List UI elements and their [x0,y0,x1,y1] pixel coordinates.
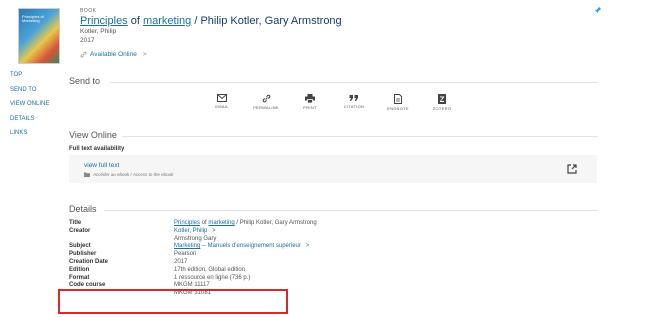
access-note: Accéder au ebook / Access to the ebook [84,172,173,177]
record-header: BOOK Principles of marketing / Philip Ko… [80,8,342,58]
detail-row-subject: Subject Marketing -- Manuels d'enseignem… [69,243,310,251]
pin-icon[interactable] [594,6,602,14]
cover-title: Principles of Marketing [22,14,44,24]
chevron-right-icon: > [142,51,147,58]
send-to-actions: EMAIL PERMALINK PRINT CITATION ENDNOTE Z… [200,94,464,111]
nav-send-to[interactable]: SEND TO [10,87,49,102]
view-full-text-link[interactable]: view full text [84,162,119,169]
subject-link[interactable]: Marketing -- Manuels d'enseignement supé… [174,243,309,251]
detail-row-creator: Creator Kotler, Philip > [69,227,216,236]
detail-row-format: Format 1 ressource en ligne (736 p.) [69,274,251,281]
email-button[interactable]: EMAIL [200,94,244,111]
record-title[interactable]: Principles of marketing / Philip Kotler,… [80,15,342,27]
title-link-principles[interactable]: Principles [80,15,128,27]
zotero-button[interactable]: ZOTERO [420,94,464,111]
title-link-marketing[interactable]: marketing [208,220,234,226]
email-icon [217,94,227,102]
link-icon [262,94,270,103]
record-year: 2017 [80,37,95,44]
details-table: Title Principles of marketing / Philip K… [69,220,317,298]
record-type: BOOK [80,8,97,14]
zotero-icon [438,94,446,104]
detail-row-edition: Edition 17th edition, Global edition [69,266,246,273]
title-link-marketing[interactable]: marketing [143,15,191,27]
citation-button[interactable]: CITATION [332,94,376,111]
nav-view-online[interactable]: VIEW ONLINE [10,101,49,116]
detail-row-title: Title Principles of marketing / Philip K… [69,220,317,226]
nav-details[interactable]: DETAILS [10,116,49,131]
quote-icon [349,95,358,101]
side-nav: TOP SEND TO VIEW ONLINE DETAILS LINKS [10,72,49,145]
divider [110,82,598,83]
external-link-icon[interactable] [567,164,577,174]
availability-label: Available Online [90,51,137,58]
record-author: Kotler, Philip [80,28,117,35]
full-text-availability-label: Full text availability [69,146,125,152]
permalink-button[interactable]: PERMALINK [244,94,288,111]
nav-links[interactable]: LINKS [10,130,49,145]
print-icon [305,94,315,103]
full-text-box: view full text Accéder au ebook / Access… [69,155,597,183]
details-heading: Details [69,204,97,214]
detail-row-creator-2: Armstrong Gary [174,235,217,242]
detail-row-creation-date: Creation Date 2017 [69,258,188,265]
document-icon [394,94,402,104]
endnote-button[interactable]: ENDNOTE [376,94,420,111]
nav-top[interactable]: TOP [10,72,49,87]
availability-link[interactable]: Available Online > [80,51,342,58]
title-link-principles[interactable]: Principles [174,220,200,226]
divider [122,136,598,137]
highlight-box [58,289,288,314]
view-online-heading: View Online [69,130,117,140]
send-to-heading: Send to [69,76,101,86]
divider [104,210,598,211]
folder-icon [84,172,90,177]
link-icon [80,51,87,58]
print-button[interactable]: PRINT [288,94,332,111]
creator-link[interactable]: Kotler, Philip > [174,228,216,236]
detail-row-publisher: Publisher Pearson [69,251,197,258]
book-cover-image[interactable]: Principles of Marketing [18,8,60,64]
